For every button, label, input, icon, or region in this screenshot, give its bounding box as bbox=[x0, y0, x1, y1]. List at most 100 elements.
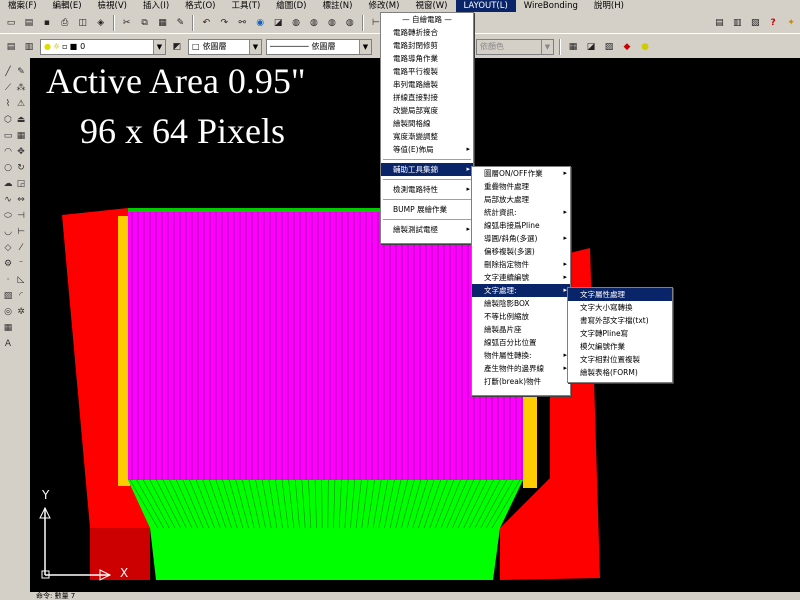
layer-combo[interactable]: ● ☼ ▫ ■ 0 ▼ bbox=[40, 38, 166, 55]
hatch-icon[interactable]: ▨ bbox=[2, 290, 14, 302]
chevron-down-icon[interactable]: ▼ bbox=[249, 39, 261, 54]
menu-edit[interactable]: 編輯(E) bbox=[45, 0, 90, 12]
menu-window[interactable]: 視窗(W) bbox=[407, 0, 455, 12]
menu-item[interactable]: 改變局部寬度 bbox=[381, 104, 473, 117]
cut-icon[interactable]: ✂ bbox=[119, 15, 134, 30]
open-folder-icon[interactable]: ▤ bbox=[21, 15, 36, 30]
layer-manager-icon[interactable]: ▤ bbox=[4, 39, 19, 54]
menu-wirebonding[interactable]: WireBonding bbox=[516, 0, 586, 12]
menu-item[interactable]: 文字轉Pline寫 bbox=[568, 327, 672, 340]
text-icon[interactable]: A bbox=[2, 338, 14, 350]
menu-tools[interactable]: 工具(T) bbox=[223, 0, 268, 12]
tool-icon[interactable]: ◆ bbox=[620, 39, 635, 54]
menu-item[interactable]: 物件屬性轉換: bbox=[472, 349, 570, 362]
line-icon[interactable]: ╱ bbox=[2, 66, 14, 78]
undo-icon[interactable]: ↶ bbox=[199, 15, 214, 30]
menu-item[interactable]: 局部放大處理 bbox=[472, 193, 570, 206]
polygon-icon[interactable]: ⬡ bbox=[2, 114, 14, 126]
command-line[interactable]: 命令: 數量 7 bbox=[0, 592, 800, 600]
menu-item[interactable]: 電路封閉修剪 bbox=[381, 39, 473, 52]
globe-icon[interactable]: ◉ bbox=[253, 15, 268, 30]
erase-icon[interactable]: ✎ bbox=[15, 66, 27, 78]
stretch-icon[interactable]: ⇔ bbox=[15, 194, 27, 206]
revcloud-icon[interactable]: ☁ bbox=[2, 178, 14, 190]
ellipse-icon[interactable]: ⬭ bbox=[2, 210, 14, 222]
spline-icon[interactable]: ∿ bbox=[2, 194, 14, 206]
break-icon[interactable]: ⁄ bbox=[15, 242, 27, 254]
offset-icon[interactable]: ⏏ bbox=[15, 114, 27, 126]
explode-icon[interactable]: ✲ bbox=[15, 306, 27, 318]
match-properties-icon[interactable]: ✎ bbox=[173, 15, 188, 30]
join-icon[interactable]: ⁻ bbox=[15, 258, 27, 270]
tool-icon[interactable]: ▤ bbox=[712, 15, 727, 30]
extend-icon[interactable]: ⊢ bbox=[15, 226, 27, 238]
tool-icon[interactable]: ▦ bbox=[566, 39, 581, 54]
menu-dimension[interactable]: 標註(N) bbox=[314, 0, 360, 12]
rectangle-icon[interactable]: ▭ bbox=[2, 130, 14, 142]
menu-modify[interactable]: 修改(M) bbox=[360, 0, 407, 12]
chamfer-icon[interactable]: ◺ bbox=[15, 274, 27, 286]
menu-item[interactable]: 電路轉折接合 bbox=[381, 26, 473, 39]
copy-icon[interactable]: ⧉ bbox=[137, 15, 152, 30]
point-icon[interactable]: · bbox=[2, 274, 14, 286]
region-icon[interactable]: ◎ bbox=[2, 306, 14, 318]
trim-icon[interactable]: ⊣ bbox=[15, 210, 27, 222]
help-icon[interactable]: ? bbox=[766, 15, 781, 30]
publish-icon[interactable]: ◈ bbox=[93, 15, 108, 30]
construction-line-icon[interactable]: ⟋ bbox=[2, 82, 14, 94]
menu-item[interactable]: 書寫外部文字檔(txt) bbox=[568, 314, 672, 327]
insert-block-icon[interactable]: ◇ bbox=[2, 242, 14, 254]
fillet-icon[interactable]: ◜ bbox=[15, 290, 27, 302]
table-icon[interactable]: ▦ bbox=[2, 322, 14, 334]
menu-item-test-electrode[interactable]: 繪製測試電極 bbox=[381, 223, 473, 236]
rotate-icon[interactable]: ↻ bbox=[15, 162, 27, 174]
menu-item[interactable]: 圖層ON/OFF作業 bbox=[472, 167, 570, 180]
tool-icon[interactable]: ◍ bbox=[324, 15, 339, 30]
tool-icon[interactable]: ◍ bbox=[342, 15, 357, 30]
make-block-icon[interactable]: ⚙ bbox=[2, 258, 14, 270]
scale-icon[interactable]: ◲ bbox=[15, 178, 27, 190]
menu-item[interactable]: 繪製晶片座 bbox=[472, 323, 570, 336]
menu-item-bump[interactable]: BUMP 展繪作業 bbox=[381, 203, 473, 216]
circle-icon[interactable]: ○ bbox=[2, 162, 14, 174]
array-icon[interactable]: ▦ bbox=[15, 130, 27, 142]
tool-icon[interactable]: ◪ bbox=[584, 39, 599, 54]
menu-item[interactable]: 拼線直接對接 bbox=[381, 91, 473, 104]
preview-icon[interactable]: ◫ bbox=[75, 15, 90, 30]
arc-icon[interactable]: ◠ bbox=[2, 146, 14, 158]
menu-item-aux-tools[interactable]: 輔助工具集錦 bbox=[381, 163, 473, 176]
menu-item[interactable]: 統計資訊: bbox=[472, 206, 570, 219]
tool-icon[interactable]: ▧ bbox=[748, 15, 763, 30]
menu-item[interactable]: 串列電路繪製 bbox=[381, 78, 473, 91]
menu-item-check-circuit[interactable]: 檢測電路特性 bbox=[381, 183, 473, 196]
menu-item[interactable]: 打斷(break)物件 bbox=[472, 375, 570, 388]
menu-item[interactable]: 導圓/斜角(多選) bbox=[472, 232, 570, 245]
menu-item[interactable]: 電路平行複製 bbox=[381, 65, 473, 78]
menu-view[interactable]: 檢視(V) bbox=[90, 0, 135, 12]
paste-icon[interactable]: ▦ bbox=[155, 15, 170, 30]
menu-item[interactable]: 寬度漸變調整 bbox=[381, 130, 473, 143]
layer-state-icon[interactable]: ▥ bbox=[22, 39, 37, 54]
menu-item-submenu[interactable]: 等值(E)佈局 bbox=[381, 143, 473, 156]
menu-item[interactable]: 刪除指定物件 bbox=[472, 258, 570, 271]
menu-item-text-properties[interactable]: 文字屬性處理 bbox=[568, 288, 672, 301]
chevron-down-icon[interactable]: ▼ bbox=[153, 39, 165, 54]
menu-insert[interactable]: 插入(I) bbox=[135, 0, 177, 12]
tool-icon[interactable]: ◍ bbox=[307, 15, 322, 30]
chevron-down-icon[interactable]: ▼ bbox=[359, 39, 371, 54]
ellipse-arc-icon[interactable]: ◡ bbox=[2, 226, 14, 238]
tool-icon[interactable]: ▥ bbox=[730, 15, 745, 30]
make-current-icon[interactable]: ◩ bbox=[170, 39, 185, 54]
menu-item[interactable]: 重疊物件處理 bbox=[472, 180, 570, 193]
move-icon[interactable]: ✥ bbox=[15, 146, 27, 158]
menu-item[interactable]: 模欠編號作業 bbox=[568, 340, 672, 353]
save-icon[interactable]: ▪ bbox=[39, 15, 54, 30]
menu-item[interactable]: 產生物件的邊界線 bbox=[472, 362, 570, 375]
menu-item[interactable]: 繪製表格(FORM) bbox=[568, 366, 672, 379]
menu-item[interactable]: 繪製陰影BOX bbox=[472, 297, 570, 310]
lineweight-combo[interactable]: ──────── 依圖層 ▼ bbox=[266, 38, 372, 55]
menu-item[interactable]: 繪製間格線 bbox=[381, 117, 473, 130]
ucs-icon[interactable]: ◪ bbox=[271, 15, 286, 30]
menu-layout[interactable]: LAYOUT(L) bbox=[455, 0, 516, 12]
mirror-icon[interactable]: ⚠ bbox=[15, 98, 27, 110]
